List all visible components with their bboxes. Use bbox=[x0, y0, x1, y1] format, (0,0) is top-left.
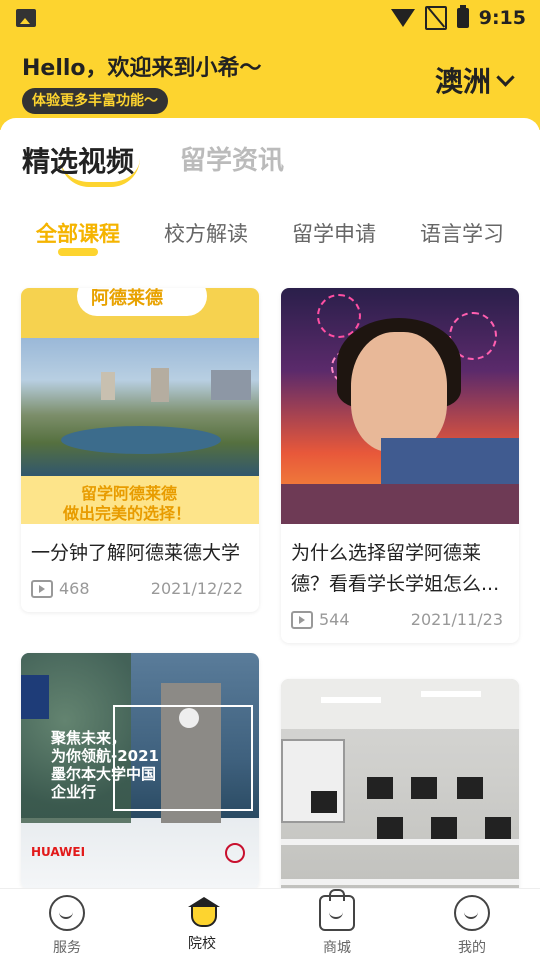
tab-school[interactable]: 院校 bbox=[162, 895, 242, 953]
tab-profile[interactable]: 我的 bbox=[432, 895, 512, 957]
region-label: 澳洲 bbox=[434, 65, 491, 98]
tab-service[interactable]: 服务 bbox=[27, 895, 107, 957]
thumb-monitor bbox=[485, 817, 511, 839]
video-card[interactable]: 阿德莱德 留学阿德莱德 做出完美的选择！ 一分钟了解阿德莱德大学 468 202… bbox=[21, 288, 259, 612]
video-card[interactable]: 聚焦未来， 为你领航-2021 墨尔本大学中国 企业行 HUAWEI bbox=[21, 653, 259, 888]
profile-face-icon bbox=[454, 895, 490, 931]
video-title: 为什么选择留学阿德莱德？看看学长学姐怎么... bbox=[291, 542, 500, 595]
video-thumbnail[interactable] bbox=[281, 679, 519, 888]
thumb-city bbox=[21, 338, 259, 478]
tab-service-label: 服务 bbox=[53, 940, 81, 956]
video-meta: 468 2021/12/22 bbox=[21, 569, 259, 612]
view-count: 544 bbox=[291, 610, 350, 629]
video-card[interactable] bbox=[281, 679, 519, 888]
thumb-building bbox=[211, 370, 251, 400]
gallery-icon bbox=[16, 9, 36, 27]
content: 精选视频 留学资讯 全部课程 校方解读 留学申请 语言学习 阿德莱德 留学阿德莱… bbox=[0, 118, 540, 888]
thumb-sea bbox=[281, 484, 519, 524]
view-count-value: 468 bbox=[59, 579, 90, 598]
no-sim-icon bbox=[424, 6, 447, 30]
subtab-study-application[interactable]: 留学申请 bbox=[292, 218, 376, 248]
thumb-caption: 聚焦未来， 为你领航-2021 墨尔本大学中国 企业行 bbox=[51, 729, 159, 801]
thumb-ceiling bbox=[281, 679, 519, 729]
thumb-monitor bbox=[311, 791, 337, 813]
status-bar: 9:15 bbox=[0, 0, 540, 36]
play-icon bbox=[291, 610, 313, 629]
status-time: 9:15 bbox=[478, 7, 526, 29]
bottom-tab-bar: 服务 院校 商城 我的 bbox=[0, 888, 540, 961]
video-date: 2021/12/22 bbox=[150, 579, 243, 598]
tab-shop-label: 商城 bbox=[323, 940, 351, 956]
huawei-logo: HUAWEI bbox=[31, 845, 86, 859]
thumb-top-text: 阿德莱德 bbox=[91, 288, 163, 309]
thumb-light bbox=[421, 691, 481, 697]
thumb-bottom-line2: 做出完美的选择！ bbox=[63, 504, 192, 523]
subtab-indicator bbox=[58, 248, 98, 256]
thumb-monitor bbox=[367, 777, 393, 799]
video-title: 一分钟了解阿德莱德大学 bbox=[31, 542, 241, 564]
thumb-desk bbox=[281, 879, 519, 885]
wifi-icon bbox=[390, 9, 415, 27]
bank-logo-icon bbox=[225, 843, 245, 863]
video-date: 2021/11/23 bbox=[410, 610, 503, 629]
thumb-light bbox=[321, 697, 381, 703]
thumb-monitor bbox=[457, 777, 483, 799]
chevron-down-icon bbox=[496, 67, 515, 87]
feature-badge[interactable]: 体验更多丰富功能～ bbox=[22, 88, 168, 114]
university-logo-icon bbox=[21, 675, 49, 719]
view-count-value: 544 bbox=[319, 610, 350, 629]
video-thumbnail[interactable]: 聚焦未来， 为你领航-2021 墨尔本大学中国 企业行 HUAWEI bbox=[21, 653, 259, 888]
subtab-school-interpretation[interactable]: 校方解读 bbox=[164, 218, 248, 248]
tab-study-news[interactable]: 留学资讯 bbox=[180, 140, 284, 177]
portrait-face bbox=[351, 332, 447, 452]
greeting: Hello，欢迎来到小希～ bbox=[22, 56, 262, 81]
tab-shop[interactable]: 商城 bbox=[297, 889, 377, 957]
thumb-monitor bbox=[377, 817, 403, 839]
video-card[interactable]: 为什么选择留学阿德莱德？看看学长学姐怎么... 544 2021/11/23 bbox=[281, 288, 519, 643]
school-cap-icon bbox=[186, 895, 220, 927]
subtab-all-courses[interactable]: 全部课程 bbox=[36, 218, 120, 248]
video-thumbnail[interactable] bbox=[281, 288, 519, 524]
video-thumbnail[interactable]: 阿德莱德 留学阿德莱德 做出完美的选择！ bbox=[21, 288, 259, 524]
tab-profile-label: 我的 bbox=[458, 940, 486, 956]
video-meta: 544 2021/11/23 bbox=[281, 600, 519, 643]
view-count: 468 bbox=[31, 579, 90, 598]
thumb-monitor bbox=[431, 817, 457, 839]
thumb-building bbox=[101, 372, 115, 400]
header: Hello，欢迎来到小希～ 体验更多丰富功能～ 澳洲 bbox=[0, 36, 540, 130]
play-icon bbox=[31, 579, 53, 598]
tab-featured-videos[interactable]: 精选视频 bbox=[22, 140, 134, 180]
thumb-river bbox=[61, 426, 221, 454]
thumb-desk bbox=[281, 839, 519, 845]
battery-icon bbox=[456, 5, 469, 28]
tab-school-label: 院校 bbox=[188, 936, 216, 952]
thumb-building bbox=[151, 368, 169, 402]
thumb-monitor bbox=[411, 777, 437, 799]
status-right: 9:15 bbox=[390, 5, 526, 30]
service-face-icon bbox=[49, 895, 85, 931]
subtab-language-learning[interactable]: 语言学习 bbox=[420, 218, 504, 248]
region-selector[interactable]: 澳洲 bbox=[434, 60, 515, 100]
shop-bag-icon bbox=[319, 889, 355, 931]
